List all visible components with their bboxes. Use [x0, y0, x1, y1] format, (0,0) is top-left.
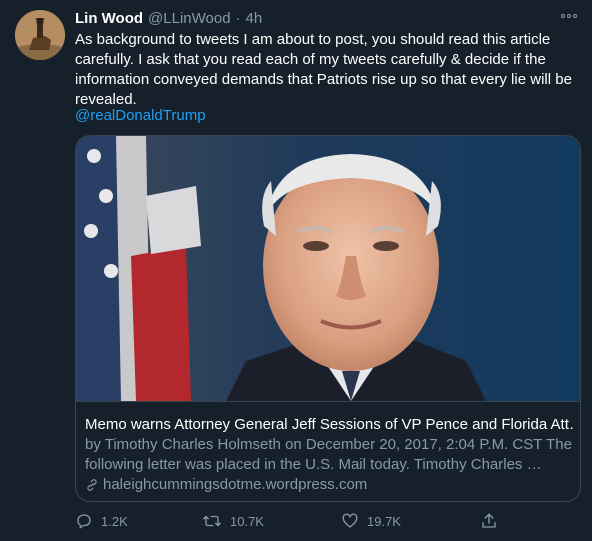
retweet-icon — [203, 515, 221, 527]
reply-button[interactable]: 1.2K — [75, 512, 128, 530]
card-description: by Timothy Charles Holmseth on December … — [85, 436, 572, 473]
tweet[interactable]: Lin Wood @LLinWood · 4h As background to… — [0, 0, 592, 541]
share-icon — [482, 513, 496, 528]
card-image[interactable] — [76, 136, 580, 401]
author-name[interactable]: Lin Wood — [75, 10, 143, 27]
reply-count: 1.2K — [101, 513, 128, 529]
card-domain-text: haleighcummingsdotme.wordpress.com — [103, 476, 368, 493]
retweet-count: 10.7K — [230, 513, 264, 529]
card-divider — [76, 401, 580, 402]
link-icon — [87, 479, 97, 491]
more-horizontal-icon[interactable] — [558, 9, 580, 23]
timestamp[interactable]: 4h — [246, 10, 263, 27]
like-button[interactable]: 19.7K — [341, 512, 401, 530]
heart-icon — [342, 513, 358, 528]
mention-link[interactable]: @realDonaldTrump — [75, 106, 206, 126]
portrait-photo — [76, 136, 580, 401]
action-bar: 1.2K 10.7K 19.7K — [75, 512, 515, 534]
share-button[interactable] — [480, 512, 498, 530]
link-card[interactable]: Memo warns Attorney General Jeff Session… — [75, 135, 581, 502]
avatar-image — [15, 10, 65, 60]
tweet-text: As background to tweets I am about to po… — [75, 31, 572, 108]
tweet-header: Lin Wood @LLinWood · 4h — [75, 10, 262, 28]
author-handle[interactable]: @LLinWood — [148, 10, 231, 27]
retweet-button[interactable]: 10.7K — [202, 512, 264, 530]
like-count: 19.7K — [367, 513, 401, 529]
avatar[interactable] — [15, 10, 65, 60]
separator-dot: · — [235, 10, 241, 27]
card-domain[interactable]: haleighcummingsdotme.wordpress.com — [85, 475, 367, 495]
card-title[interactable]: Memo warns Attorney General Jeff Session… — [85, 415, 575, 435]
reply-icon — [77, 514, 91, 529]
